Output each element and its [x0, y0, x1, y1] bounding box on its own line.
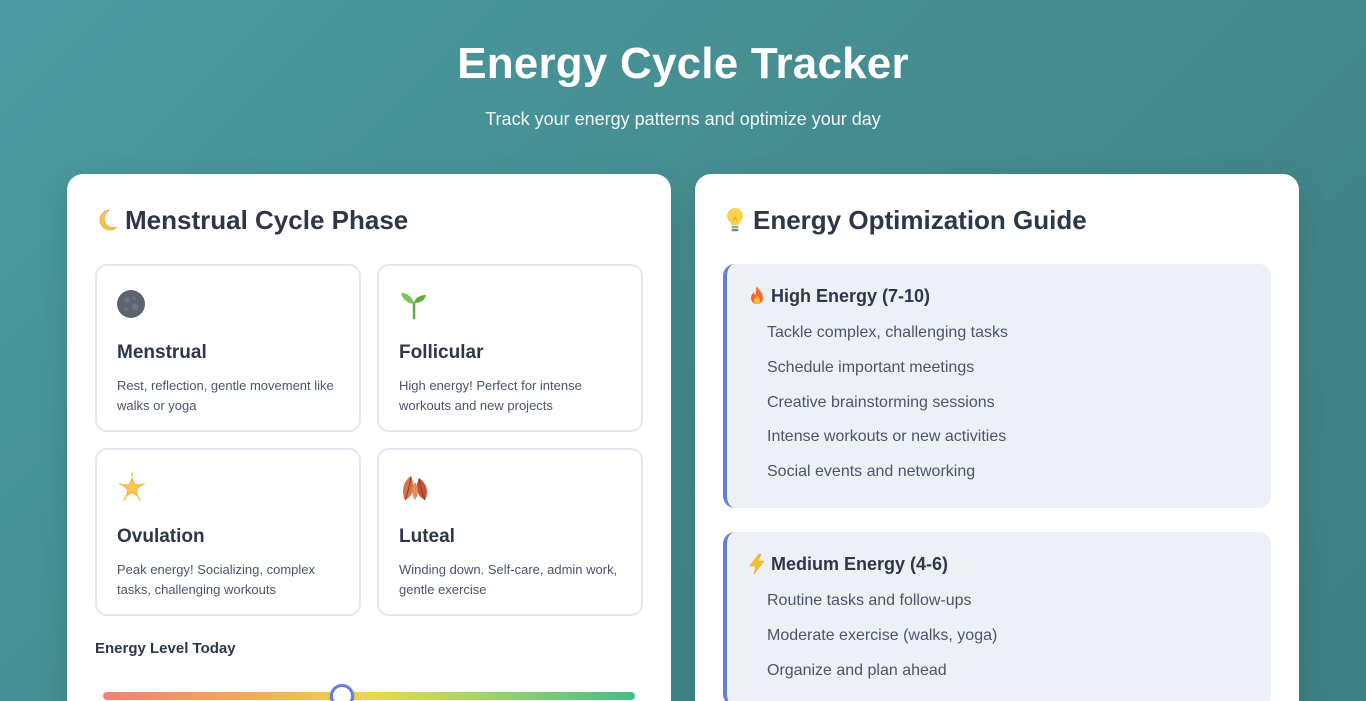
- slider-thumb[interactable]: [330, 684, 355, 701]
- phase-name: Luteal: [399, 526, 455, 547]
- page-header: Energy Cycle Tracker Track your energy p…: [0, 0, 1366, 130]
- crescent-moon-icon: [95, 206, 119, 234]
- phase-description: Peak energy! Socializing, complex tasks,…: [117, 562, 315, 597]
- cycle-phase-card: Menstrual Cycle Phase Menstrual Rest, re…: [67, 174, 671, 701]
- phase-card-luteal[interactable]: Luteal Winding down. Self-care, admin wo…: [377, 448, 643, 616]
- glowing-star-icon: [117, 472, 149, 504]
- guide-task-list: Routine tasks and follow-ups Moderate ex…: [747, 584, 1251, 688]
- phase-description: Winding down. Self-care, admin work, gen…: [399, 562, 618, 597]
- guide-section-title: High Energy (7-10): [771, 286, 931, 306]
- guide-section-heading: High Energy (7-10): [747, 284, 1251, 308]
- phase-card-follicular[interactable]: Follicular High energy! Perfect for inte…: [377, 264, 643, 432]
- energy-guide-card: Energy Optimization Guide High Energy (7…: [695, 174, 1299, 701]
- energy-guide-heading: Energy Optimization Guide: [723, 202, 1271, 238]
- list-item: Intense workouts or new activities: [767, 428, 1007, 446]
- list-item: Schedule important meetings: [767, 358, 975, 376]
- energy-guide-title: Energy Optimization Guide: [753, 204, 1087, 235]
- phase-description: High energy! Perfect for intense workout…: [399, 378, 582, 413]
- lightning-icon: [747, 553, 767, 575]
- phase-description: Rest, reflection, gentle movement like w…: [117, 378, 334, 413]
- new-moon-icon: [117, 288, 149, 320]
- phase-card-ovulation[interactable]: Ovulation Peak energy! Socializing, comp…: [95, 448, 361, 616]
- list-item: Moderate exercise (walks, yoga): [767, 626, 998, 644]
- slider-track[interactable]: [103, 692, 635, 700]
- cycle-phase-title: Menstrual Cycle Phase: [125, 204, 409, 235]
- energy-guide-sections: High Energy (7-10) Tackle complex, chall…: [723, 264, 1271, 701]
- energy-level-label: Energy Level Today: [95, 640, 236, 657]
- cycle-phase-heading: Menstrual Cycle Phase: [95, 202, 643, 238]
- page-title: Energy Cycle Tracker: [457, 39, 909, 88]
- guide-section-title: Medium Energy (4-6): [771, 553, 949, 574]
- energy-level-slider[interactable]: [95, 681, 643, 701]
- list-item: Routine tasks and follow-ups: [767, 591, 972, 609]
- guide-section-high-energy: High Energy (7-10) Tackle complex, chall…: [723, 264, 1271, 508]
- phase-name: Menstrual: [117, 342, 207, 363]
- guide-section-medium-energy: Medium Energy (4-6) Routine tasks and fo…: [723, 531, 1271, 701]
- light-bulb-icon: [723, 206, 747, 234]
- phase-grid: Menstrual Rest, reflection, gentle movem…: [95, 264, 643, 616]
- fallen-leaf-icon: [399, 472, 431, 504]
- guide-task-list: Tackle complex, challenging tasks Schedu…: [747, 316, 1251, 490]
- list-item: Organize and plan ahead: [767, 661, 947, 679]
- phase-name: Follicular: [399, 342, 484, 363]
- list-item: Creative brainstorming sessions: [767, 393, 995, 411]
- seedling-icon: [399, 288, 431, 320]
- fire-icon: [747, 285, 767, 307]
- list-item: Tackle complex, challenging tasks: [767, 324, 1009, 341]
- phase-name: Ovulation: [117, 526, 205, 547]
- guide-section-heading: Medium Energy (4-6): [747, 552, 1251, 576]
- page-subtitle: Track your energy patterns and optimize …: [485, 109, 881, 129]
- phase-card-menstrual[interactable]: Menstrual Rest, reflection, gentle movem…: [95, 264, 361, 432]
- list-item: Social events and networking: [767, 463, 976, 481]
